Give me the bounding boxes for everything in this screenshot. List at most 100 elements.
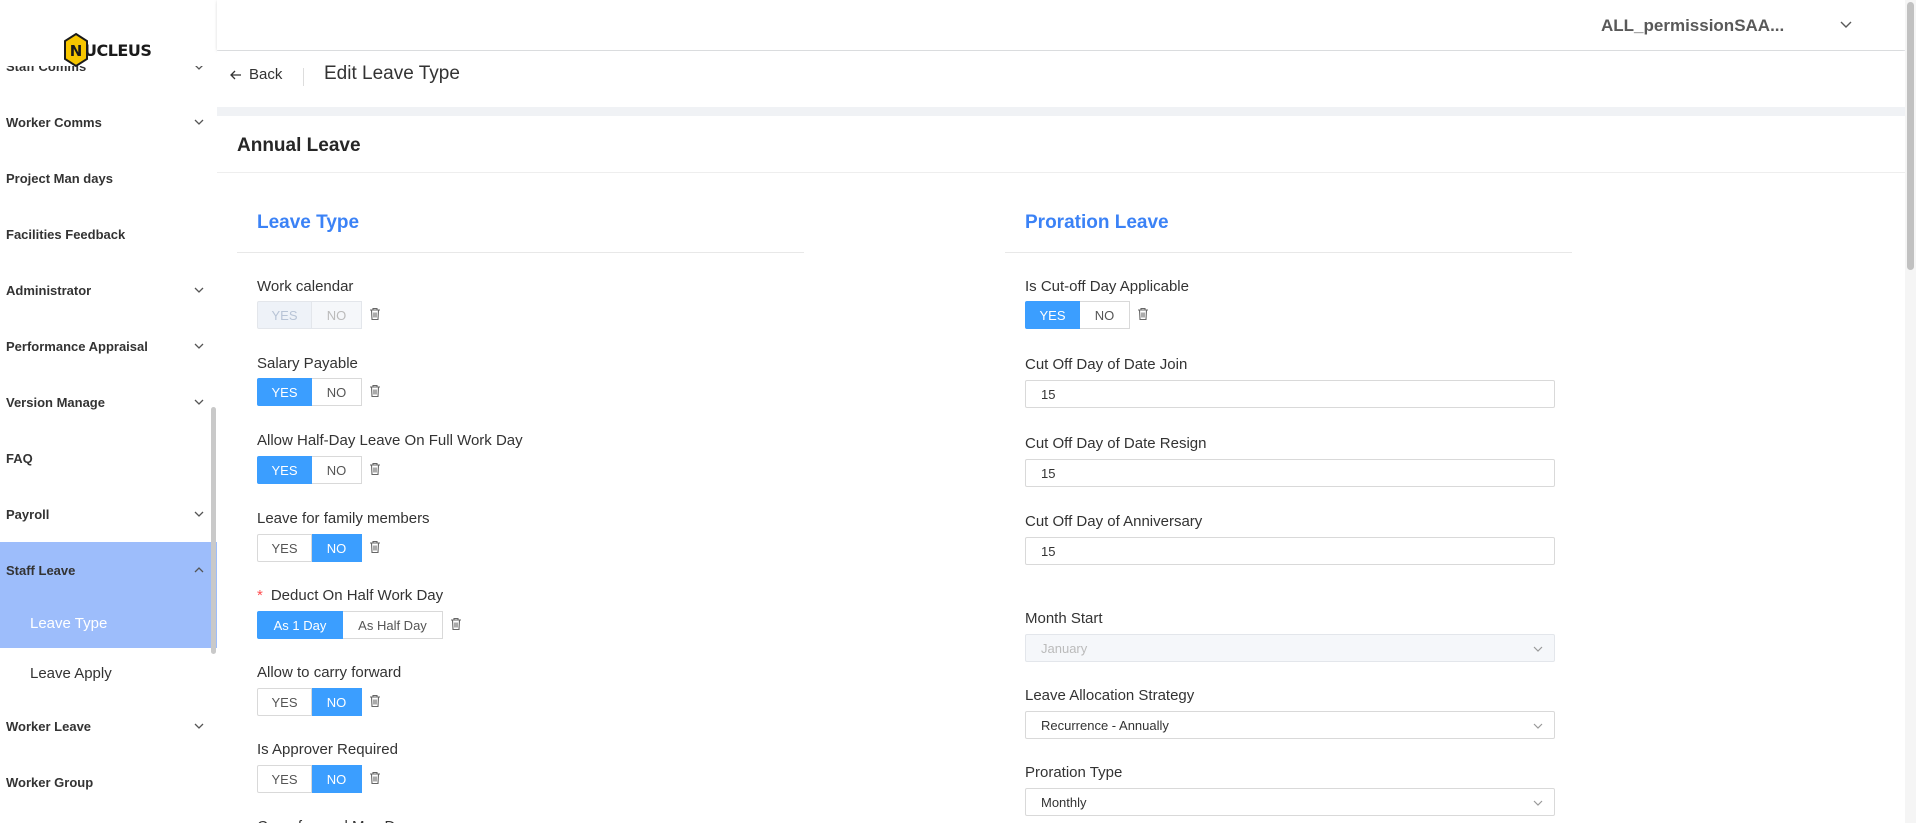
deduct-toggle[interactable]: As 1 Day As Half Day — [257, 611, 463, 639]
sidebar-item-administrator[interactable]: Administrator — [0, 262, 217, 318]
family-yes[interactable]: YES — [257, 534, 312, 562]
sidebar-subitem-leave-type[interactable]: Leave Type — [0, 598, 217, 648]
sidebar-item-performance-appraisal[interactable]: Performance Appraisal — [0, 318, 217, 374]
field-label-month-start: Month Start — [1025, 610, 1103, 627]
section-divider — [1005, 252, 1572, 253]
cutoff-resign-input[interactable]: 15 — [1025, 459, 1555, 487]
sidebar-item-label: Worker Comms — [6, 114, 102, 130]
month-start-select[interactable]: January — [1025, 634, 1555, 662]
work-calendar-yes[interactable]: YES — [257, 301, 312, 329]
carry-toggle[interactable]: YES NO — [257, 688, 382, 716]
carry-yes[interactable]: YES — [257, 688, 312, 716]
top-bar: ALL_permissionSAA... — [217, 0, 1905, 50]
half-day-yes[interactable]: YES — [257, 456, 312, 484]
approver-yes[interactable]: YES — [257, 765, 312, 793]
field-label-deduct-text: Deduct On Half Work Day — [270, 587, 444, 604]
user-name[interactable]: ALL_permissionSAA... — [1601, 16, 1784, 36]
work-calendar-toggle[interactable]: YES NO — [257, 301, 382, 329]
chevron-down-icon[interactable] — [1839, 17, 1853, 31]
logo-text: UCLEUS — [84, 40, 152, 60]
staff-leave-submenu: Leave Type Leave Apply — [0, 598, 217, 698]
back-button[interactable]: Back — [229, 66, 282, 83]
sidebar-item-project-man-days[interactable]: Project Man days — [0, 150, 217, 206]
work-calendar-no[interactable]: NO — [312, 301, 362, 329]
sidebar-item-staff-comms[interactable]: Staff Comms — [0, 66, 217, 94]
field-label-half-day: Allow Half-Day Leave On Full Work Day — [257, 432, 523, 449]
chevron-down-icon — [1533, 723, 1543, 729]
sidebar-item-version-manage[interactable]: Version Manage — [0, 374, 217, 430]
deduct-as-1-day[interactable]: As 1 Day — [257, 611, 343, 639]
deduct-as-half-day[interactable]: As Half Day — [343, 611, 443, 639]
approver-toggle[interactable]: YES NO — [257, 765, 382, 793]
logo-icon: N — [62, 32, 90, 68]
salary-payable-toggle[interactable]: YES NO — [257, 378, 382, 406]
trash-icon[interactable] — [368, 540, 382, 554]
sidebar-item-label: Payroll — [6, 506, 50, 522]
sidebar-item-payroll[interactable]: Payroll — [0, 486, 217, 542]
page-scrollbar[interactable] — [1905, 0, 1916, 823]
sidebar-item-worker-leave[interactable]: Worker Leave — [0, 698, 217, 754]
half-day-toggle[interactable]: YES NO — [257, 456, 382, 484]
field-label-carry: Allow to carry forward — [257, 664, 402, 681]
trash-icon[interactable] — [368, 462, 382, 476]
chevron-down-icon — [194, 343, 204, 349]
edit-card: Annual Leave Leave Type Work calendar YE… — [217, 116, 1905, 823]
page-title: Edit Leave Type — [324, 63, 460, 84]
svg-text:N: N — [70, 42, 83, 60]
sidebar-item-label: Performance Appraisal — [6, 338, 148, 354]
chevron-down-icon — [194, 723, 204, 729]
family-no[interactable]: NO — [312, 534, 362, 562]
proration-type-select[interactable]: Monthly — [1025, 788, 1555, 816]
page-scrollbar-thumb[interactable] — [1907, 2, 1914, 270]
cutoff-applicable-no[interactable]: NO — [1080, 301, 1130, 329]
field-label-approver: Is Approver Required — [257, 741, 398, 758]
trash-icon[interactable] — [368, 384, 382, 398]
trash-icon[interactable] — [368, 694, 382, 708]
cutoff-applicable-toggle[interactable]: YES NO — [1025, 301, 1150, 329]
cutoff-applicable-yes[interactable]: YES — [1025, 301, 1080, 329]
proration-type-value: Monthly — [1041, 795, 1087, 810]
field-label-carry-max-days: Carry forward Max Days — [257, 818, 419, 823]
sidebar-subitem-leave-apply[interactable]: Leave Apply — [0, 648, 217, 698]
logo[interactable]: N UCLEUS — [62, 30, 152, 70]
header-divider — [303, 68, 304, 86]
sidebar-item-worker-group[interactable]: Worker Group — [0, 754, 217, 810]
sidebar-item-label: Worker Leave — [6, 718, 92, 734]
strategy-select[interactable]: Recurrence - Annually — [1025, 711, 1555, 739]
chevron-down-icon — [194, 287, 204, 293]
trash-icon[interactable] — [368, 771, 382, 785]
sidebar-scrollbar[interactable] — [211, 407, 216, 654]
card-divider — [217, 172, 1905, 173]
sidebar-menu: Staff Comms Worker Comms Project Man day… — [0, 66, 217, 810]
field-label-family: Leave for family members — [257, 510, 430, 527]
trash-icon[interactable] — [449, 617, 463, 631]
salary-payable-yes[interactable]: YES — [257, 378, 312, 406]
sidebar-item-facilities-feedback[interactable]: Facilities Feedback — [0, 206, 217, 262]
sidebar-item-label: Staff Comms — [6, 66, 87, 74]
sidebar-item-label: Version Manage — [6, 394, 105, 410]
family-toggle[interactable]: YES NO — [257, 534, 382, 562]
cutoff-anniv-input[interactable]: 15 — [1025, 537, 1555, 565]
chevron-down-icon — [1533, 800, 1543, 806]
chevron-down-icon — [194, 399, 204, 405]
approver-no[interactable]: NO — [312, 765, 362, 793]
sidebar-item-worker-comms[interactable]: Worker Comms — [0, 94, 217, 150]
sidebar-item-label: Facilities Feedback — [6, 226, 126, 242]
sidebar-subitem-label: Leave Type — [30, 614, 108, 632]
sidebar-item-faq[interactable]: FAQ — [0, 430, 217, 486]
trash-icon[interactable] — [1136, 307, 1150, 321]
page-header: Back Edit Leave Type — [217, 51, 1905, 107]
sidebar-item-label: FAQ — [6, 450, 33, 466]
trash-icon[interactable] — [368, 307, 382, 321]
salary-payable-no[interactable]: NO — [312, 378, 362, 406]
cutoff-join-input[interactable]: 15 — [1025, 380, 1555, 408]
required-marker: * — [257, 587, 263, 604]
sidebar-item-label: Staff Leave — [6, 562, 76, 578]
card-title: Annual Leave — [237, 135, 361, 156]
field-label-deduct: * Deduct On Half Work Day — [257, 587, 443, 604]
sidebar-item-staff-leave[interactable]: Staff Leave — [0, 542, 217, 598]
strategy-value: Recurrence - Annually — [1041, 718, 1169, 733]
carry-no[interactable]: NO — [312, 688, 362, 716]
back-label: Back — [249, 66, 283, 83]
half-day-no[interactable]: NO — [312, 456, 362, 484]
